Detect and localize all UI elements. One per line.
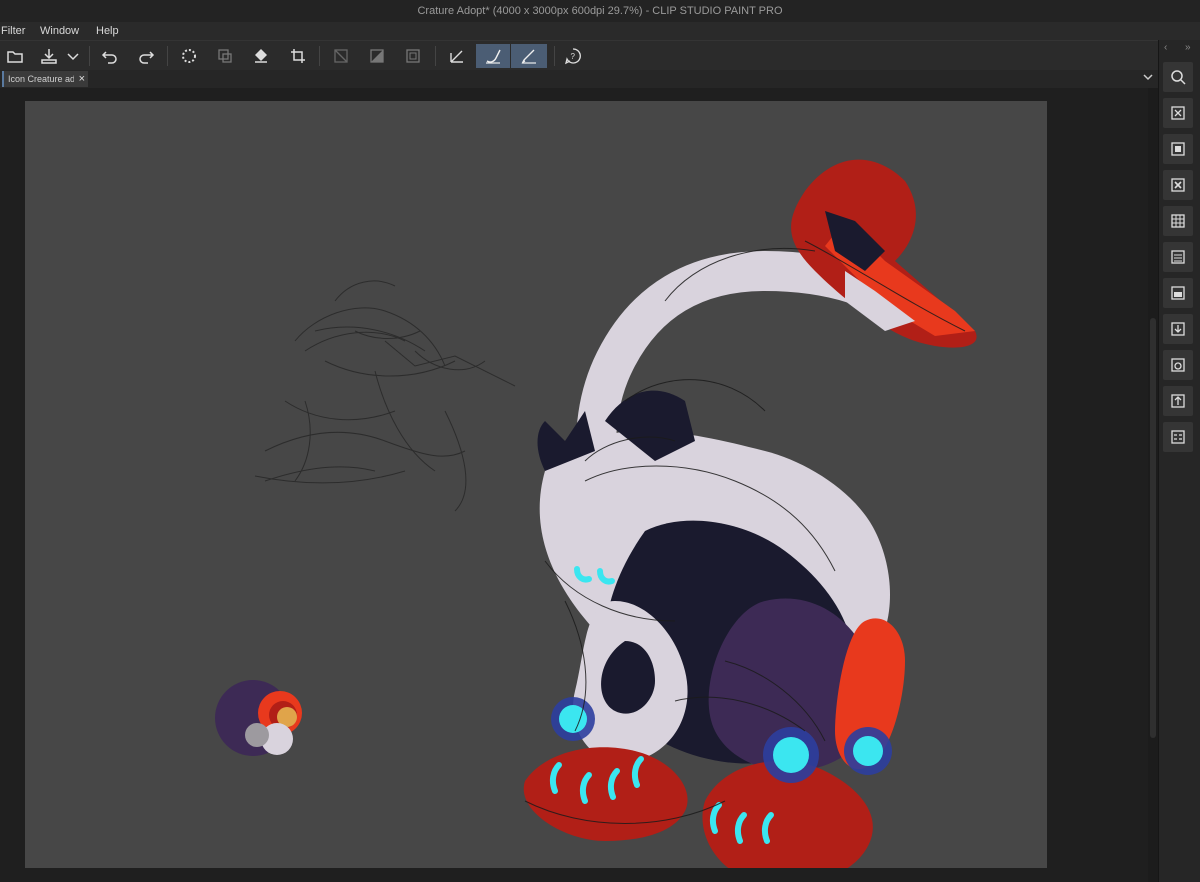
chevron-down-icon[interactable] <box>1140 68 1156 86</box>
help-icon[interactable]: ? <box>560 44 586 68</box>
command-bar: ? <box>0 40 1158 72</box>
menu-help[interactable]: Help <box>96 22 119 40</box>
dropdown-icon[interactable] <box>64 44 82 68</box>
scrollbar-thumb[interactable] <box>1150 318 1156 738</box>
search-icon[interactable] <box>1163 62 1193 92</box>
file-icon[interactable] <box>1163 134 1193 164</box>
drawing-canvas[interactable] <box>25 101 1047 868</box>
menu-window[interactable]: Window <box>40 22 79 40</box>
tone-icon[interactable] <box>364 44 390 68</box>
separator <box>554 46 555 66</box>
artwork <box>215 159 977 868</box>
layer-icon[interactable] <box>212 44 238 68</box>
fill-icon[interactable] <box>248 44 274 68</box>
clear-icon[interactable] <box>328 44 354 68</box>
pen-icon[interactable] <box>444 44 470 68</box>
right-panel: ‹ » <box>1158 40 1200 882</box>
collapse-left-icon[interactable]: ‹ <box>1164 42 1167 53</box>
separator <box>167 46 168 66</box>
file-x2-icon[interactable] <box>1163 170 1193 200</box>
panel-header: ‹ » <box>1159 40 1200 58</box>
list-icon[interactable] <box>1163 242 1193 272</box>
download-icon[interactable] <box>1163 314 1193 344</box>
frame-icon[interactable] <box>400 44 426 68</box>
separator <box>89 46 90 66</box>
brush-icon[interactable] <box>476 44 510 68</box>
window-title: Crature Adopt* (4000 x 3000px 600dpi 29.… <box>0 0 1200 22</box>
tab-document[interactable]: Icon Creature adopt × <box>2 71 88 87</box>
separator <box>435 46 436 66</box>
svg-text:?: ? <box>571 52 576 61</box>
folder-icon[interactable] <box>1163 278 1193 308</box>
color-swatch-group <box>215 680 302 756</box>
file-x-icon[interactable] <box>1163 98 1193 128</box>
ruler-pen-icon[interactable] <box>511 44 547 68</box>
menu-filter[interactable]: Filter <box>1 22 25 40</box>
close-icon[interactable]: × <box>79 71 85 87</box>
open-file-icon[interactable] <box>2 44 28 68</box>
undo-icon[interactable] <box>97 44 123 68</box>
document-tab-bar: Icon Creature adopt × <box>0 70 1158 88</box>
gallery-icon[interactable] <box>1163 422 1193 452</box>
tab-label: Icon Creature adopt <box>8 74 74 84</box>
redo-icon[interactable] <box>133 44 159 68</box>
separator <box>319 46 320 66</box>
user-icon[interactable] <box>1163 386 1193 416</box>
grid-icon[interactable] <box>1163 206 1193 236</box>
camera-icon[interactable] <box>1163 350 1193 380</box>
expand-icon[interactable]: » <box>1185 42 1191 53</box>
loading-icon[interactable] <box>176 44 202 68</box>
save-icon[interactable] <box>36 44 62 68</box>
vertical-scrollbar[interactable] <box>1148 88 1158 882</box>
menu-bar: Filter Window Help <box>0 22 1200 40</box>
crop-icon[interactable] <box>285 44 311 68</box>
